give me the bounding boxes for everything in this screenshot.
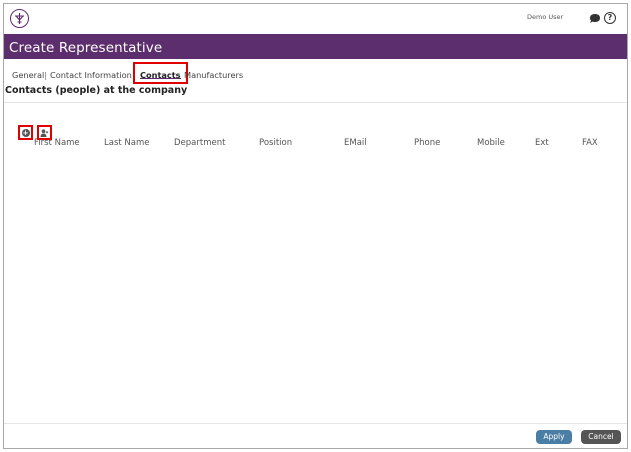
user-name[interactable]: Demo User [527, 13, 563, 21]
column-last-name[interactable]: Last Name [104, 138, 149, 148]
tab-separator: | [44, 70, 47, 80]
tab-contact-information[interactable]: Contact Information [50, 70, 132, 80]
column-fax[interactable]: FAX [582, 138, 598, 148]
active-tab-underline [140, 77, 181, 79]
help-icon[interactable]: ? [604, 12, 616, 24]
company-logo-icon[interactable] [10, 9, 29, 28]
column-mobile[interactable]: Mobile [477, 138, 505, 148]
section-title: Contacts (people) at the company [5, 85, 188, 96]
select-contact-button[interactable] [37, 125, 52, 140]
tab-bar: General | Contact Information Contacts M… [4, 59, 627, 85]
plus-circle-icon: + [21, 128, 30, 137]
column-position[interactable]: Position [259, 138, 292, 148]
tab-contacts[interactable]: Contacts [133, 62, 188, 84]
cancel-button[interactable]: Cancel [581, 430, 621, 444]
column-department[interactable]: Department [174, 138, 225, 148]
add-contact-button[interactable]: + [18, 125, 33, 140]
footer-divider [4, 423, 627, 424]
person-icon [40, 128, 49, 137]
apply-button[interactable]: Apply [536, 430, 572, 444]
section-divider [4, 102, 627, 103]
logo-glyph [15, 13, 24, 24]
chat-icon[interactable] [589, 13, 601, 24]
column-email[interactable]: EMail [344, 138, 367, 148]
tab-manufacturers[interactable]: Manufacturers [184, 70, 243, 80]
column-ext[interactable]: Ext [535, 138, 549, 148]
app-window: Demo User ? Create Representative Genera… [3, 3, 628, 449]
page-header: Create Representative [4, 34, 627, 59]
column-phone[interactable]: Phone [414, 138, 440, 148]
tab-general[interactable]: General [12, 70, 44, 80]
page-title: Create Representative [9, 40, 163, 56]
contacts-grid-header: First Name Last Name Department Position… [4, 126, 627, 156]
top-bar: Demo User ? [4, 4, 627, 34]
